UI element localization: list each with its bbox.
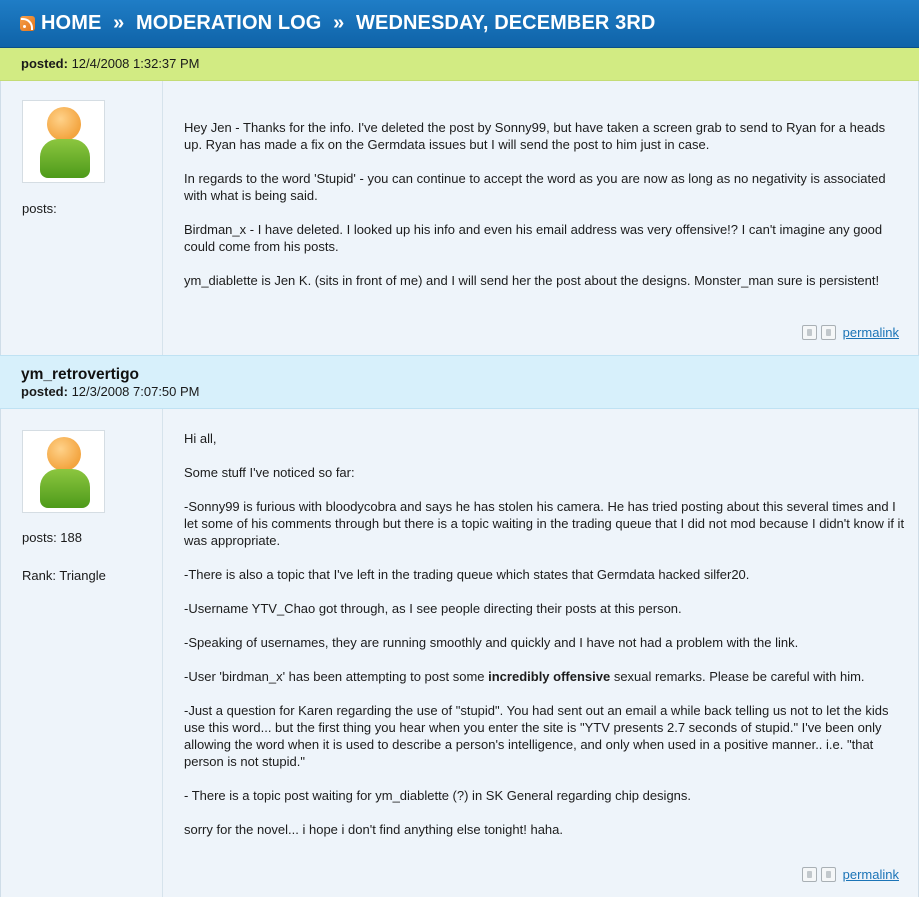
page-header: HOME » MODERATION LOG » WEDNESDAY, DECEM… (0, 0, 919, 48)
post-paragraph: In regards to the word 'Stupid' - you ca… (184, 171, 886, 203)
avatar[interactable] (22, 100, 105, 183)
post-content: Hey Jen - Thanks for the info. I've dele… (184, 119, 906, 289)
thumbs-up-icon[interactable] (801, 867, 817, 882)
post-emphasis: incredibly offensive (488, 669, 611, 684)
post-paragraph: ym_diablette is Jen K. (sits in front of… (184, 273, 880, 288)
author-post-count: posts: (22, 201, 57, 216)
post-paragraph: -Speaking of usernames, they are running… (184, 635, 799, 650)
breadcrumb-current-page: WEDNESDAY, DECEMBER 3RD (356, 12, 656, 34)
permalink-link[interactable]: permalink (843, 867, 899, 882)
thumbs-down-icon[interactable] (820, 867, 836, 882)
post: posts: 188 Rank: Triangle Hi all, Some s… (0, 409, 919, 897)
thumbs-down-icon[interactable] (820, 325, 836, 340)
post-header: posted: 12/4/2008 1:32:37 PM (0, 48, 919, 81)
post-paragraph: -User 'birdman_x' has been attempting to… (184, 668, 906, 685)
post: posts: Hey Jen - Thanks for the info. I'… (0, 81, 919, 355)
avatar-body-shape (40, 139, 90, 178)
post-actions: permalink (801, 325, 899, 340)
post-actions: permalink (801, 867, 899, 882)
permalink-link[interactable]: permalink (843, 325, 899, 340)
breadcrumb-section-link[interactable]: MODERATION LOG (136, 12, 321, 34)
post-paragraph: Birdman_x - I have deleted. I looked up … (184, 222, 883, 254)
author-name[interactable]: ym_retrovertigo (21, 365, 919, 384)
avatar[interactable] (22, 430, 105, 513)
post-paragraph: - There is a topic post waiting for ym_d… (184, 788, 692, 803)
posted-time: 12/4/2008 1:32:37 PM (71, 56, 200, 71)
post-timestamp: posted: 12/4/2008 1:32:37 PM (21, 56, 200, 72)
author-rank: Rank: Triangle (22, 568, 106, 583)
breadcrumb-separator: » (333, 12, 345, 34)
breadcrumb-home-link[interactable]: HOME (41, 12, 101, 34)
post-text: -User 'birdman_x' has been attempting to… (184, 669, 489, 684)
post-paragraph: Hi all, (184, 431, 217, 446)
post-paragraph: Hey Jen - Thanks for the info. I've dele… (184, 120, 886, 152)
avatar-head-shape (47, 437, 81, 471)
breadcrumb: HOME » MODERATION LOG » WEDNESDAY, DECEM… (41, 12, 655, 35)
thumbs-up-icon[interactable] (801, 325, 817, 340)
author-post-count: posts: 188 (22, 530, 82, 545)
author-sidebar: posts: (1, 81, 163, 355)
post-paragraph: -Username YTV_Chao got through, as I see… (184, 601, 682, 616)
breadcrumb-separator: » (113, 12, 125, 34)
post-paragraph: -There is also a topic that I've left in… (184, 567, 750, 582)
post-header: ym_retrovertigo posted: 12/3/2008 7:07:5… (0, 355, 919, 409)
post-paragraph: sorry for the novel... i hope i don't fi… (184, 822, 563, 837)
posted-label: posted: (21, 56, 68, 71)
author-sidebar: posts: 188 Rank: Triangle (1, 409, 163, 897)
avatar-body-shape (40, 469, 90, 508)
post-content: Hi all, Some stuff I've noticed so far: … (184, 430, 906, 838)
post-paragraph: -Just a question for Karen regarding the… (184, 703, 889, 769)
rss-icon[interactable] (20, 16, 35, 31)
post-timestamp: posted: 12/3/2008 7:07:50 PM (21, 384, 919, 400)
posted-label: posted: (21, 384, 68, 399)
avatar-head-shape (47, 107, 81, 141)
post-text: sexual remarks. Please be careful with h… (610, 669, 865, 684)
post-paragraph: -Sonny99 is furious with bloodycobra and… (184, 499, 905, 548)
posted-time: 12/3/2008 7:07:50 PM (71, 384, 200, 399)
post-paragraph: Some stuff I've noticed so far: (184, 465, 355, 480)
